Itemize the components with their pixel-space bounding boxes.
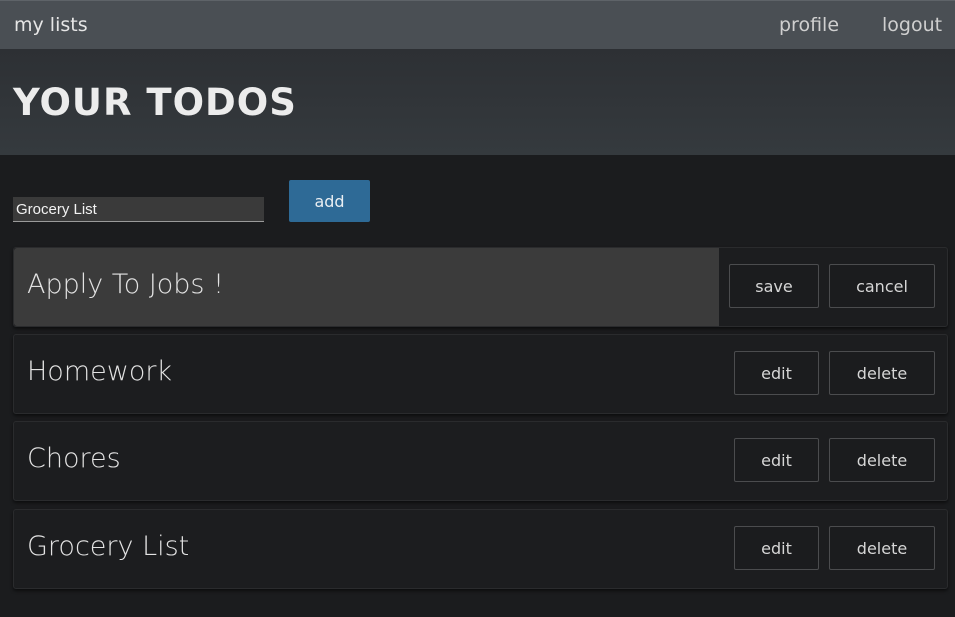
todo-title: Chores xyxy=(27,443,121,474)
edit-button[interactable]: edit xyxy=(734,526,819,570)
todo-title: Grocery List xyxy=(27,531,190,562)
todo-row: Homework edit delete xyxy=(13,334,948,414)
new-todo-input[interactable] xyxy=(13,197,264,222)
logout-link[interactable]: logout xyxy=(882,14,942,36)
delete-button[interactable]: delete xyxy=(829,351,935,395)
page-header: YOUR TODOS xyxy=(0,49,955,155)
todo-title: Homework xyxy=(27,356,173,387)
todo-row: Chores edit delete xyxy=(13,421,948,501)
delete-button[interactable]: delete xyxy=(829,438,935,482)
todo-title[interactable]: Apply To Jobs ! xyxy=(27,269,224,300)
todo-row-editing: Apply To Jobs ! save cancel xyxy=(13,247,948,327)
todo-row: Grocery List edit delete xyxy=(13,509,948,589)
brand-link[interactable]: my lists xyxy=(14,14,88,36)
profile-link[interactable]: profile xyxy=(779,14,839,36)
delete-button[interactable]: delete xyxy=(829,526,935,570)
edit-button[interactable]: edit xyxy=(734,351,819,395)
top-navbar: my lists profile logout xyxy=(0,0,955,49)
page-title: YOUR TODOS xyxy=(13,81,297,124)
save-button[interactable]: save xyxy=(729,264,819,308)
cancel-button[interactable]: cancel xyxy=(829,264,935,308)
add-button[interactable]: add xyxy=(289,180,370,222)
edit-button[interactable]: edit xyxy=(734,438,819,482)
